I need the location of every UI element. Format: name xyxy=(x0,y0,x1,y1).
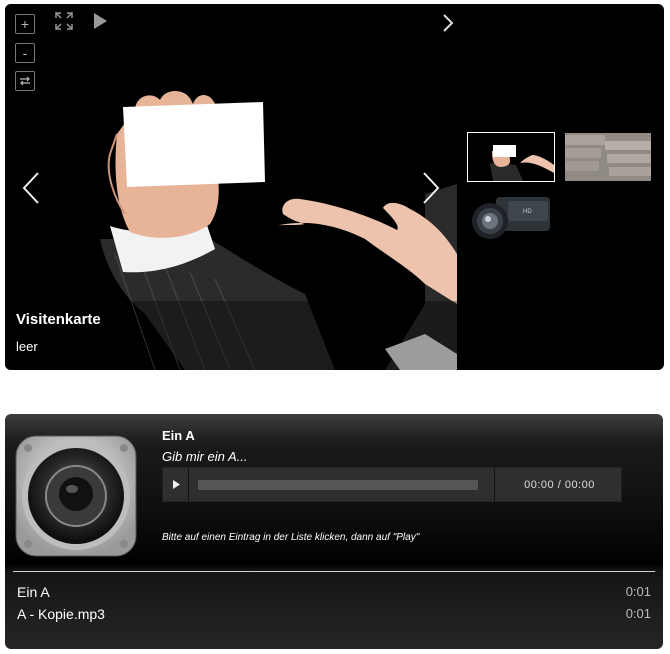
speaker-icon xyxy=(15,435,137,557)
slideshow-play-icon[interactable] xyxy=(92,12,108,30)
camcorder-thumbnail-image: HD xyxy=(468,191,554,239)
main-image-stage[interactable]: + - Visitenkarte leer xyxy=(5,4,457,370)
audio-progress-bar[interactable] xyxy=(198,480,478,490)
track-subtitle: Gib mir ein A... xyxy=(162,449,248,464)
previous-arrow-icon[interactable] xyxy=(22,171,40,205)
caption-description: leer xyxy=(16,339,38,354)
next-image-icon[interactable] xyxy=(442,13,454,33)
playlist-item-duration: 0:01 xyxy=(625,606,651,621)
playlist-item[interactable]: Ein A 0:01 xyxy=(17,584,651,604)
thumbnail-strip: HD xyxy=(457,4,664,370)
thumbnail-business-card[interactable] xyxy=(467,132,555,182)
zoom-out-button[interactable]: - xyxy=(15,43,35,63)
divider xyxy=(13,571,655,572)
zoom-in-button[interactable]: + xyxy=(15,14,35,34)
playlist-item-name: Ein A xyxy=(17,584,50,600)
audio-time: 00:00 / 00:00 xyxy=(494,468,624,501)
business-card-thumbnail-image xyxy=(468,133,554,181)
audio-controls: 00:00 / 00:00 xyxy=(162,467,622,502)
rotate-icon xyxy=(20,76,30,86)
rotate-button[interactable] xyxy=(15,71,35,91)
folder-tabs-thumbnail-image xyxy=(565,133,651,181)
playback-hint: Bitte auf einen Eintrag in der Liste kli… xyxy=(162,532,420,543)
track-title: Ein A xyxy=(162,428,195,443)
svg-text:HD: HD xyxy=(523,209,532,215)
image-caption: Visitenkarte leer xyxy=(5,301,457,370)
thumbnail-folder-tabs[interactable] xyxy=(565,133,651,181)
audio-player: Ein A Gib mir ein A... 00:00 / 00:00 Bit… xyxy=(5,414,663,649)
caption-title: Visitenkarte xyxy=(16,311,101,328)
play-button[interactable] xyxy=(163,468,189,501)
thumbnail-camcorder[interactable]: HD xyxy=(468,191,554,239)
next-arrow-icon[interactable] xyxy=(422,171,440,205)
playlist-item[interactable]: A - Kopie.mp3 0:01 xyxy=(17,606,651,626)
image-gallery: + - Visitenkarte leer HD xyxy=(5,4,664,370)
playlist-item-name: A - Kopie.mp3 xyxy=(17,606,105,622)
play-icon xyxy=(173,480,180,489)
playlist-item-duration: 0:01 xyxy=(625,584,651,599)
fullscreen-icon[interactable] xyxy=(55,12,73,30)
